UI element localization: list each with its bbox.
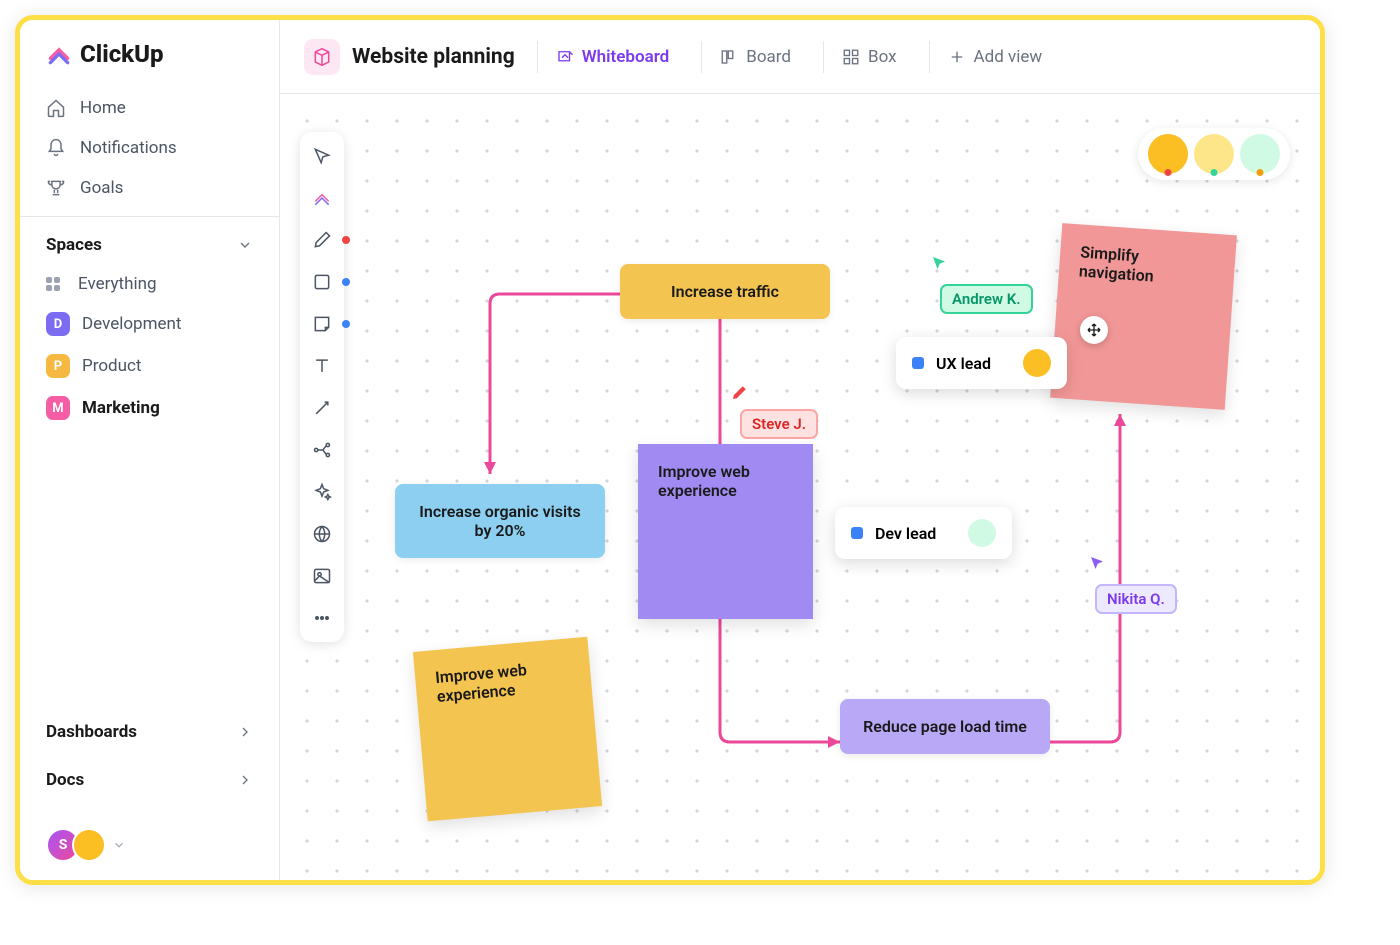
tool-pen[interactable] bbox=[308, 226, 336, 254]
cursor-nikita bbox=[1088, 554, 1106, 576]
sticky-simplify-nav[interactable]: Simplify navigation bbox=[1050, 223, 1237, 410]
space-marketing-label: Marketing bbox=[82, 398, 160, 418]
space-product[interactable]: P Product bbox=[20, 345, 279, 387]
tab-box-label: Box bbox=[868, 47, 897, 67]
tool-image[interactable] bbox=[308, 562, 336, 590]
cube-icon bbox=[304, 39, 340, 75]
sidebar: ClickUp Home Notifications Goals Spaces … bbox=[20, 20, 280, 880]
space-development[interactable]: D Development bbox=[20, 303, 279, 345]
tab-add-view[interactable]: Add view bbox=[929, 41, 1053, 73]
nav-notifications-label: Notifications bbox=[80, 138, 177, 158]
page-title: Website planning bbox=[304, 39, 515, 75]
user-switcher[interactable]: S bbox=[46, 828, 126, 862]
spaces-label: Spaces bbox=[46, 235, 102, 255]
home-icon bbox=[46, 98, 66, 118]
chip-label: Dev lead bbox=[875, 524, 936, 543]
cursor-andrew bbox=[930, 254, 948, 276]
space-badge: D bbox=[46, 312, 70, 336]
space-marketing[interactable]: M Marketing bbox=[20, 387, 279, 429]
space-everything[interactable]: Everything bbox=[20, 265, 279, 303]
cursor-label-steve: Steve J. bbox=[740, 409, 818, 439]
move-handle[interactable] bbox=[1080, 316, 1108, 344]
tab-board-label: Board bbox=[746, 47, 791, 67]
nav-home[interactable]: Home bbox=[20, 88, 279, 128]
docs-label: Docs bbox=[46, 770, 84, 790]
avatar bbox=[1240, 134, 1280, 174]
space-everything-label: Everything bbox=[78, 274, 157, 294]
tool-more[interactable] bbox=[308, 604, 336, 632]
sticky-improve-web-2[interactable]: Improve web experience bbox=[413, 637, 602, 822]
sticky-improve-web-1[interactable]: Improve web experience bbox=[638, 444, 813, 619]
spaces-header[interactable]: Spaces bbox=[20, 216, 279, 265]
cursor-steve bbox=[730, 384, 748, 406]
avatar bbox=[1148, 134, 1188, 174]
chevron-down-icon bbox=[237, 237, 253, 253]
space-development-label: Development bbox=[82, 314, 181, 334]
card-increase-traffic[interactable]: Increase traffic bbox=[620, 264, 830, 319]
whiteboard-canvas[interactable]: Increase traffic Increase organic visits… bbox=[280, 94, 1320, 880]
whiteboard-icon bbox=[556, 48, 574, 66]
tool-web[interactable] bbox=[308, 520, 336, 548]
tab-add-label: Add view bbox=[974, 47, 1043, 67]
card-reduce-load[interactable]: Reduce page load time bbox=[840, 699, 1050, 754]
chevron-right-icon bbox=[237, 772, 253, 788]
plus-icon bbox=[948, 48, 966, 66]
space-product-label: Product bbox=[82, 356, 141, 376]
whiteboard-toolbox bbox=[300, 132, 344, 642]
box-icon bbox=[842, 48, 860, 66]
logo-icon bbox=[46, 41, 72, 67]
pencil-icon bbox=[730, 384, 748, 402]
tool-select[interactable] bbox=[308, 142, 336, 170]
dashboards-label: Dashboards bbox=[46, 722, 137, 742]
space-badge: P bbox=[46, 354, 70, 378]
view-tabs: Website planning Whiteboard Board Box Ad… bbox=[280, 20, 1320, 94]
cursor-icon bbox=[1088, 554, 1106, 572]
nav-notifications[interactable]: Notifications bbox=[20, 128, 279, 168]
space-badge: M bbox=[46, 396, 70, 420]
board-icon bbox=[720, 48, 738, 66]
presence-avatars[interactable] bbox=[1138, 128, 1290, 180]
tab-whiteboard[interactable]: Whiteboard bbox=[537, 41, 680, 73]
tool-shape[interactable] bbox=[308, 268, 336, 296]
cursor-label-andrew: Andrew K. bbox=[940, 284, 1033, 314]
page-title-text: Website planning bbox=[352, 45, 515, 69]
chevron-down-icon bbox=[112, 838, 126, 852]
status-square bbox=[912, 357, 924, 369]
chip-label: UX lead bbox=[936, 354, 991, 373]
bell-icon bbox=[46, 138, 66, 158]
nav-goals[interactable]: Goals bbox=[20, 168, 279, 208]
tab-whiteboard-label: Whiteboard bbox=[582, 47, 670, 67]
cursor-label-nikita: Nikita Q. bbox=[1095, 584, 1177, 614]
tool-ai[interactable] bbox=[308, 478, 336, 506]
status-square bbox=[851, 527, 863, 539]
avatar bbox=[968, 519, 996, 547]
tool-clickup[interactable] bbox=[308, 184, 336, 212]
tool-text[interactable] bbox=[308, 352, 336, 380]
tab-board[interactable]: Board bbox=[701, 41, 801, 73]
nav-home-label: Home bbox=[80, 98, 126, 118]
tool-connector[interactable] bbox=[308, 394, 336, 422]
tool-sticky[interactable] bbox=[308, 310, 336, 338]
card-increase-organic[interactable]: Increase organic visits by 20% bbox=[395, 484, 605, 558]
tool-mindmap[interactable] bbox=[308, 436, 336, 464]
chevron-right-icon bbox=[237, 724, 253, 740]
brand-logo: ClickUp bbox=[20, 40, 279, 88]
tab-box[interactable]: Box bbox=[823, 41, 907, 73]
avatar bbox=[1023, 349, 1051, 377]
docs-link[interactable]: Docs bbox=[20, 760, 279, 800]
brand-name: ClickUp bbox=[80, 40, 164, 68]
trophy-icon bbox=[46, 178, 66, 198]
chip-dev-lead[interactable]: Dev lead bbox=[835, 507, 1012, 559]
chip-ux-lead[interactable]: UX lead bbox=[896, 337, 1067, 389]
avatar bbox=[1194, 134, 1234, 174]
dashboards-link[interactable]: Dashboards bbox=[20, 704, 279, 752]
avatar bbox=[72, 828, 106, 862]
cursor-icon bbox=[930, 254, 948, 272]
grid-icon bbox=[46, 274, 66, 294]
nav-goals-label: Goals bbox=[80, 178, 123, 198]
